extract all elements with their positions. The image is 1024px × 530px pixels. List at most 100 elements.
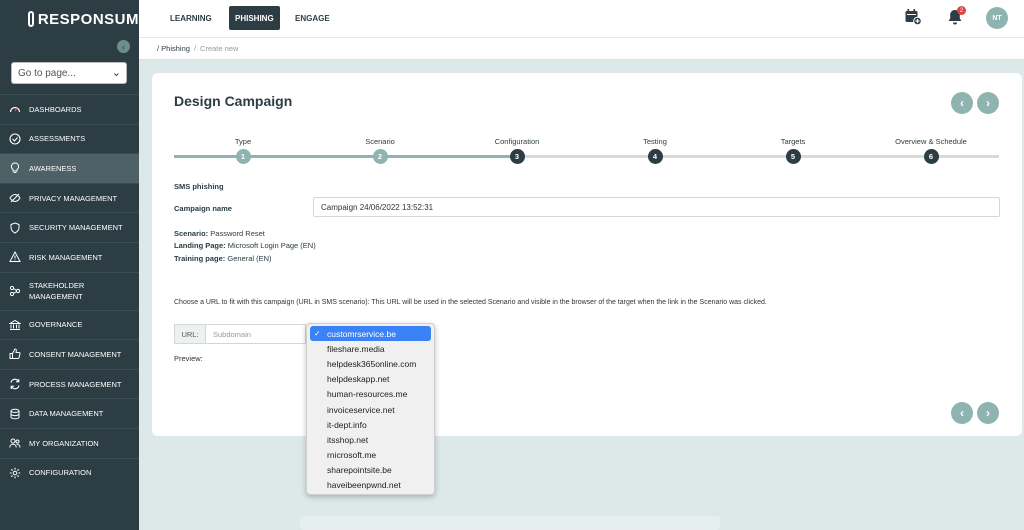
domain-option-label: sharepointsite.be (327, 465, 392, 476)
training-value: General (EN) (227, 253, 272, 263)
subdomain-input[interactable]: Subdomain (206, 324, 306, 344)
sidebar-item-assessments[interactable]: ASSESSMENTS (0, 123, 139, 154)
domain-option[interactable]: ✓ customrservice.be (310, 326, 431, 342)
sidebar-item-risk-management[interactable]: RISK MANAGEMENT (0, 241, 139, 272)
domain-option-label: rnicrosoft.me (327, 450, 377, 461)
url-field-group: URL: Subdomain (174, 324, 306, 344)
calendar-add-icon[interactable] (904, 8, 922, 31)
sidebar-item-label: PROCESS MANAGEMENT (29, 379, 122, 389)
step-configuration[interactable]: Configuration 3 (467, 137, 567, 164)
sidebar-item-label: DASHBOARDS (29, 104, 82, 114)
go-to-page-placeholder: Go to page... (18, 67, 76, 79)
domain-option[interactable]: helpdesk365online.com (310, 356, 431, 371)
campaign-name-input[interactable]: Campaign 24/06/2022 13:52:31 (313, 197, 1000, 217)
domain-option[interactable]: fileshare.media (310, 341, 431, 356)
sidebar-item-dashboards[interactable]: DASHBOARDS (0, 94, 139, 124)
domain-option-label: invoiceservice.net (327, 404, 395, 415)
design-campaign-card: Design Campaign ‹ › Type 1 Scenario 2 Co… (152, 73, 1022, 436)
brand-name: RESPONSUM (37, 10, 139, 28)
sidebar-item-label: CONSENT MANAGEMENT (29, 349, 122, 359)
breadcrumb: / Phishing / Create new (139, 38, 1024, 60)
step-label: Scenario (365, 137, 395, 146)
users-icon (9, 437, 21, 449)
sidebar: RESPONSUM ‹ Go to page... ⌄ DASHBOARDS A… (0, 0, 139, 530)
domain-option[interactable]: helpdeskapp.net (310, 372, 431, 387)
landing-line: Landing Page: Microsoft Login Page (EN) (174, 240, 316, 252)
sidebar-item-label: CONFIGURATION (29, 468, 92, 478)
domain-option[interactable]: itsshop.net (310, 432, 431, 447)
step-number: 2 (372, 149, 388, 164)
domain-option-label: it-dept.info (327, 419, 367, 430)
domain-option[interactable]: rnicrosoft.me (310, 448, 431, 463)
chevron-down-icon: ⌄ (111, 67, 121, 79)
next-card-edge (300, 516, 720, 530)
landing-value: Microsoft Login Page (EN) (227, 241, 316, 251)
sidebar-item-consent-management[interactable]: CONSENT MANAGEMENT (0, 339, 139, 369)
notification-badge: 2 (957, 6, 966, 15)
sidebar-item-label: MY ORGANIZATION (29, 438, 99, 448)
lightbulb-icon (9, 162, 21, 174)
tab-phishing[interactable]: PHISHING (229, 6, 280, 30)
sidebar-item-label: PRIVACY MANAGEMENT (29, 193, 118, 203)
sidebar-nav: DASHBOARDS ASSESSMENTS AWARENESS PRIVACY… (0, 94, 139, 487)
building-icon (9, 319, 21, 331)
domain-option-label: itsshop.net (327, 434, 369, 445)
step-testing[interactable]: Testing 4 (605, 137, 705, 164)
sidebar-item-governance[interactable]: GOVERNANCE (0, 309, 139, 340)
training-label: Training page: (174, 253, 226, 263)
campaign-name-label: Campaign name (174, 204, 232, 213)
checkmark-icon: ✓ (314, 329, 321, 339)
step-overview-schedule[interactable]: Overview & Schedule 6 (881, 137, 981, 164)
step-label: Testing (643, 137, 667, 146)
sidebar-item-label: GOVERNANCE (29, 320, 83, 330)
domain-option-label: fileshare.media (327, 343, 385, 354)
sidebar-item-security-management[interactable]: SECURITY MANAGEMENT (0, 212, 139, 242)
collapse-sidebar-icon[interactable]: ‹ (117, 40, 130, 53)
sidebar-item-data-management[interactable]: DATA MANAGEMENT (0, 398, 139, 428)
sidebar-item-label: SECURITY MANAGEMENT (29, 223, 123, 233)
domain-option[interactable]: human-resources.me (310, 387, 431, 402)
sidebar-item-process-management[interactable]: PROCESS MANAGEMENT (0, 368, 139, 399)
sidebar-item-awareness[interactable]: AWARENESS (0, 153, 139, 183)
sidebar-item-privacy-management[interactable]: PRIVACY MANAGEMENT (0, 182, 139, 213)
scenario-label: Scenario: (174, 229, 209, 238)
step-scenario[interactable]: Scenario 2 (330, 137, 430, 164)
prev-step-button-bottom[interactable]: ‹ (951, 402, 973, 424)
step-number: 6 (923, 149, 939, 164)
domain-dropdown-list[interactable]: ✓ customrservice.be fileshare.media helpd… (306, 323, 435, 495)
domain-option[interactable]: invoiceservice.net (310, 402, 431, 417)
scenario-value: Password Reset (210, 229, 265, 238)
domain-option[interactable]: haveibeenpwnd.net (310, 478, 431, 493)
domain-option-label: helpdeskapp.net (327, 374, 390, 385)
brand-logo[interactable]: RESPONSUM (0, 0, 139, 38)
sidebar-item-label: DATA MANAGEMENT (29, 409, 104, 419)
breadcrumb-phishing[interactable]: Phishing (161, 44, 190, 53)
step-label: Targets (780, 137, 806, 146)
section-title: SMS phishing (174, 182, 224, 191)
step-targets[interactable]: Targets 5 (743, 137, 843, 164)
url-prefix-label: URL: (174, 324, 206, 344)
campaign-summary: Scenario: Password Reset Landing Page: M… (174, 228, 316, 265)
landing-label: Landing Page: (174, 241, 226, 251)
avatar[interactable]: NT (986, 7, 1008, 29)
step-number: 5 (785, 149, 801, 164)
sidebar-item-stakeholder-management[interactable]: STAKEHOLDER MANAGEMENT (0, 271, 139, 310)
next-step-button-bottom[interactable]: › (977, 402, 999, 424)
step-type[interactable]: Type 1 (193, 137, 293, 164)
training-line: Training page: General (EN) (174, 253, 316, 265)
prev-step-button[interactable]: ‹ (951, 92, 973, 114)
step-number: 3 (509, 149, 525, 164)
domain-option[interactable]: sharepointsite.be (310, 463, 431, 478)
refresh-icon (9, 378, 21, 390)
tab-learning[interactable]: LEARNING (164, 6, 218, 30)
go-to-page-select[interactable]: Go to page... ⌄ (11, 62, 127, 84)
sidebar-item-configuration[interactable]: CONFIGURATION (0, 457, 139, 488)
domain-option[interactable]: it-dept.info (310, 417, 431, 432)
sidebar-item-label: ASSESSMENTS (29, 134, 86, 144)
domain-option-label: haveibeenpwnd.net (327, 480, 401, 491)
sidebar-item-my-organization[interactable]: MY ORGANIZATION (0, 427, 139, 458)
next-step-button[interactable]: › (977, 92, 999, 114)
tab-engage[interactable]: ENGAGE (289, 6, 336, 30)
step-number: 1 (235, 149, 251, 164)
step-label: Overview & Schedule (895, 137, 967, 146)
